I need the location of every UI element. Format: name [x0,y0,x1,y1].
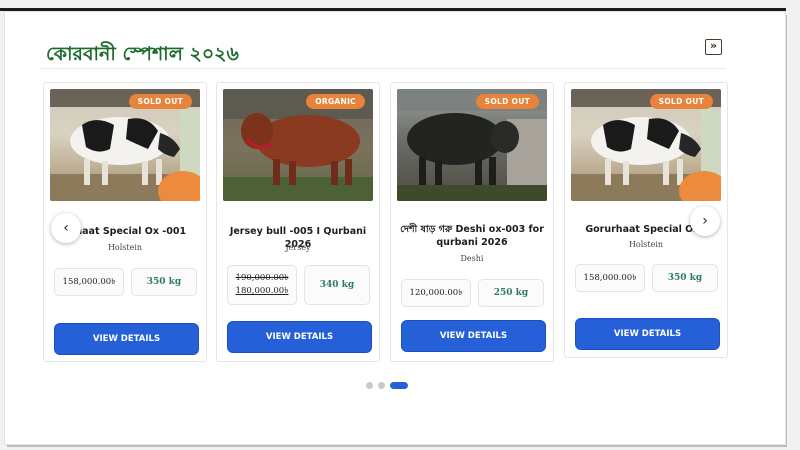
weight-box: 350 kg [131,268,197,296]
price-box: 158,000.00৳ [575,264,645,292]
chevron-right-icon[interactable]: › [690,206,720,236]
price-box: 120,000.00৳ [401,279,471,307]
product-image[interactable]: SOLD OUT [397,89,547,201]
carousel-dot[interactable] [378,382,385,389]
sale-price: 180,000.00৳ [235,286,289,296]
product-name[interactable]: দেশী ষাড় গরু Deshi ox-003 for qurbani 2… [395,223,549,249]
price-box: 190,000.00৳ 180,000.00৳ [227,265,297,305]
view-details-button[interactable]: VIEW DETAILS [54,323,199,355]
weight-box: 350 kg [652,264,718,292]
status-badge: SOLD OUT [128,94,192,109]
product-breed: Deshi [460,254,484,263]
product-image[interactable]: SOLD OUT [50,89,200,201]
status-badge: SOLD OUT [475,94,539,109]
view-details-button[interactable]: VIEW DETAILS [401,320,546,352]
page-top-border [0,8,786,11]
view-details-button[interactable]: VIEW DETAILS [575,318,720,350]
status-badge: SOLD OUT [649,94,713,109]
product-image[interactable]: SOLD OUT [571,89,721,201]
original-price: 190,000.00৳ [235,273,289,283]
double-chevron-right-icon[interactable]: » [705,39,722,55]
weight-box: 340 kg [304,265,370,305]
product-breed: Jersey [285,243,311,252]
status-badge: ORGANIC [306,94,365,109]
product-breed: Holstein [628,240,664,249]
chevron-left-icon[interactable]: ‹ [51,213,81,243]
product-card[interactable]: SOLD OUT দেশী ষাড় গরু Deshi ox-003 for … [390,82,554,362]
carousel-dot[interactable] [366,382,373,389]
product-image[interactable]: ORGANIC [223,89,373,201]
product-breed: Holstein [107,243,143,252]
price-box: 158,000.00৳ [54,268,124,296]
weight-box: 250 kg [478,279,544,307]
view-details-button[interactable]: VIEW DETAILS [227,321,372,353]
carousel-dot-active[interactable] [390,382,408,389]
title-divider [40,68,726,69]
product-card[interactable]: ORGANIC Jersey bull -005 I Qurbani 2026 … [216,82,380,362]
